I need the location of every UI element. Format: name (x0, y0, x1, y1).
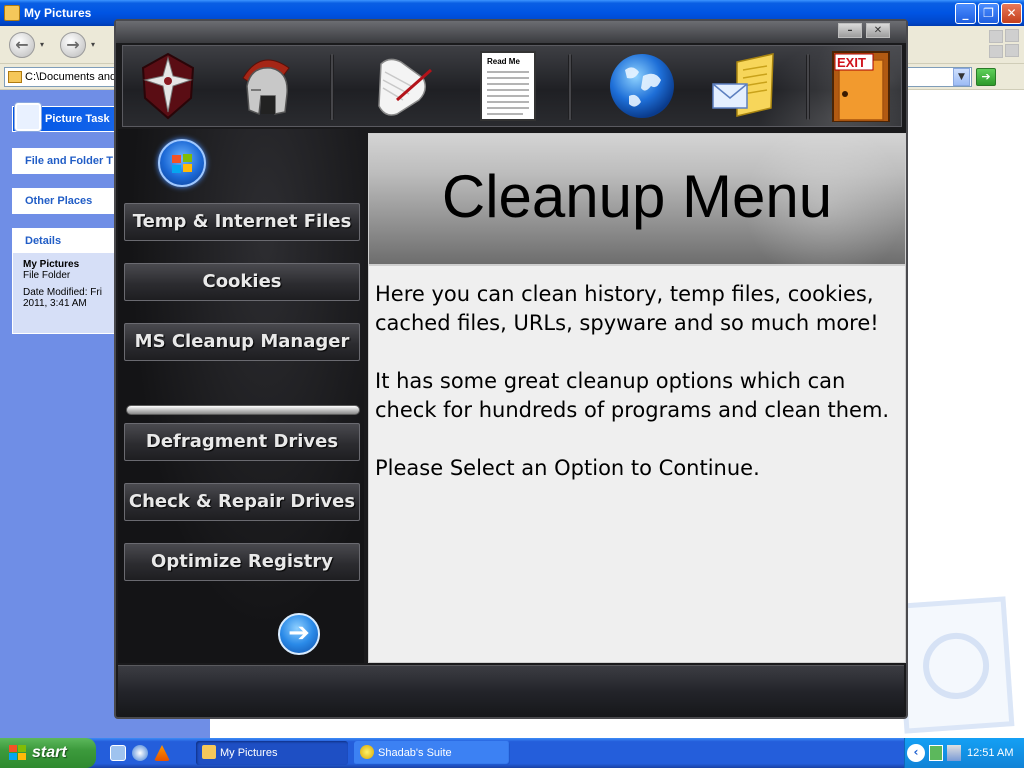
taskbar: start My Pictures Shadab's Suite ‹ 12:51… (0, 738, 1024, 768)
toolbar-separator (330, 54, 334, 120)
taskbar-button-shadabs-suite[interactable]: Shadab's Suite (354, 741, 510, 765)
panel-paragraph-1: Here you can clean history, temp files, … (375, 282, 879, 335)
check-repair-drives-button[interactable]: Check & Repair Drives (124, 483, 360, 521)
panel-body: Here you can clean history, temp files, … (375, 280, 895, 512)
helmet-icon[interactable] (231, 50, 301, 122)
picture-tasks-label: Picture Task (45, 113, 110, 125)
maximize-button[interactable]: ❐ (978, 3, 999, 24)
show-hidden-icons-chevron[interactable]: ‹ (907, 744, 925, 762)
folder-icon (4, 5, 20, 21)
suite-app-icon (360, 745, 374, 759)
windows-flag-icon (9, 745, 27, 761)
app-toolbar: Read Me EXIT (122, 45, 902, 127)
back-dropdown-icon[interactable]: ▾ (40, 40, 44, 49)
pictures-watermark-icon (895, 596, 1015, 734)
forward-dropdown-icon[interactable]: ▾ (91, 40, 95, 49)
tray-app-icon[interactable] (929, 745, 943, 761)
cleanup-sidebar: Temp & Internet Files Cookies MS Cleanup… (118, 129, 364, 663)
ms-cleanup-manager-button[interactable]: MS Cleanup Manager (124, 323, 360, 361)
menu-divider (126, 405, 360, 415)
readme-label: Read Me (487, 57, 520, 66)
minimize-button[interactable]: _ (955, 3, 976, 24)
show-desktop-icon[interactable] (110, 745, 126, 761)
panel-paragraph-2: It has some great cleanup options which … (375, 369, 890, 422)
defragment-drives-button[interactable]: Defragment Drives (124, 423, 360, 461)
address-dropdown-icon[interactable]: ▼ (953, 68, 970, 86)
details-name: My Pictures (23, 259, 80, 270)
readme-icon[interactable]: Read Me (473, 50, 543, 122)
taskbar-button-label: My Pictures (220, 747, 278, 759)
toolbar-separator (806, 54, 810, 120)
app-minimize-button[interactable]: – (838, 23, 862, 38)
address-text: C:\Documents and (25, 71, 117, 83)
cleanup-menu-panel: Cleanup Menu Here you can clean history,… (368, 133, 906, 663)
start-label: start (32, 744, 67, 761)
clock[interactable]: 12:51 AM (967, 738, 1013, 768)
panel-paragraph-3: Please Select an Option to Continue. (375, 456, 760, 480)
mail-icon[interactable] (707, 50, 777, 122)
shield-icon[interactable] (133, 50, 203, 122)
optimize-registry-button[interactable]: Optimize Registry (124, 543, 360, 581)
folder-icon (8, 71, 22, 83)
system-tray: ‹ 12:51 AM (904, 738, 1024, 768)
windows-logo-icon (988, 29, 1020, 59)
explorer-title: My Pictures (24, 6, 92, 20)
media-player-icon[interactable] (132, 745, 148, 761)
exit-door-icon[interactable]: EXIT (825, 50, 895, 122)
go-arrow-icon[interactable]: ➔ (976, 68, 996, 86)
temp-internet-files-button[interactable]: Temp & Internet Files (124, 203, 360, 241)
shadabs-suite-window: – ✕ Read Me EXIT Temp & Internet Files C… (114, 19, 908, 719)
picture-icon (15, 103, 41, 131)
scroll-pen-icon[interactable] (367, 50, 437, 122)
panel-header: Cleanup Menu (369, 134, 905, 266)
app-footer-bar (118, 665, 904, 717)
start-button[interactable]: start (0, 738, 96, 768)
close-button[interactable]: ✕ (1001, 3, 1022, 24)
toolbar-separator (568, 54, 572, 120)
app-title-bar[interactable]: – ✕ (116, 21, 906, 43)
panel-title: Cleanup Menu (441, 163, 833, 230)
network-icon[interactable] (947, 745, 961, 761)
next-arrow-icon[interactable]: ➔ (278, 613, 320, 655)
folder-icon (202, 745, 216, 759)
cookies-button[interactable]: Cookies (124, 263, 360, 301)
globe-icon[interactable] (607, 50, 677, 122)
windows-orb-icon (158, 139, 206, 187)
vlc-icon[interactable] (154, 745, 170, 761)
back-button[interactable]: ← (9, 32, 35, 58)
taskbar-button-my-pictures[interactable]: My Pictures (196, 741, 348, 765)
app-close-button[interactable]: ✕ (866, 23, 890, 38)
forward-button[interactable]: → (60, 32, 86, 58)
exit-label: EXIT (837, 55, 866, 70)
taskbar-button-label: Shadab's Suite (378, 747, 452, 759)
